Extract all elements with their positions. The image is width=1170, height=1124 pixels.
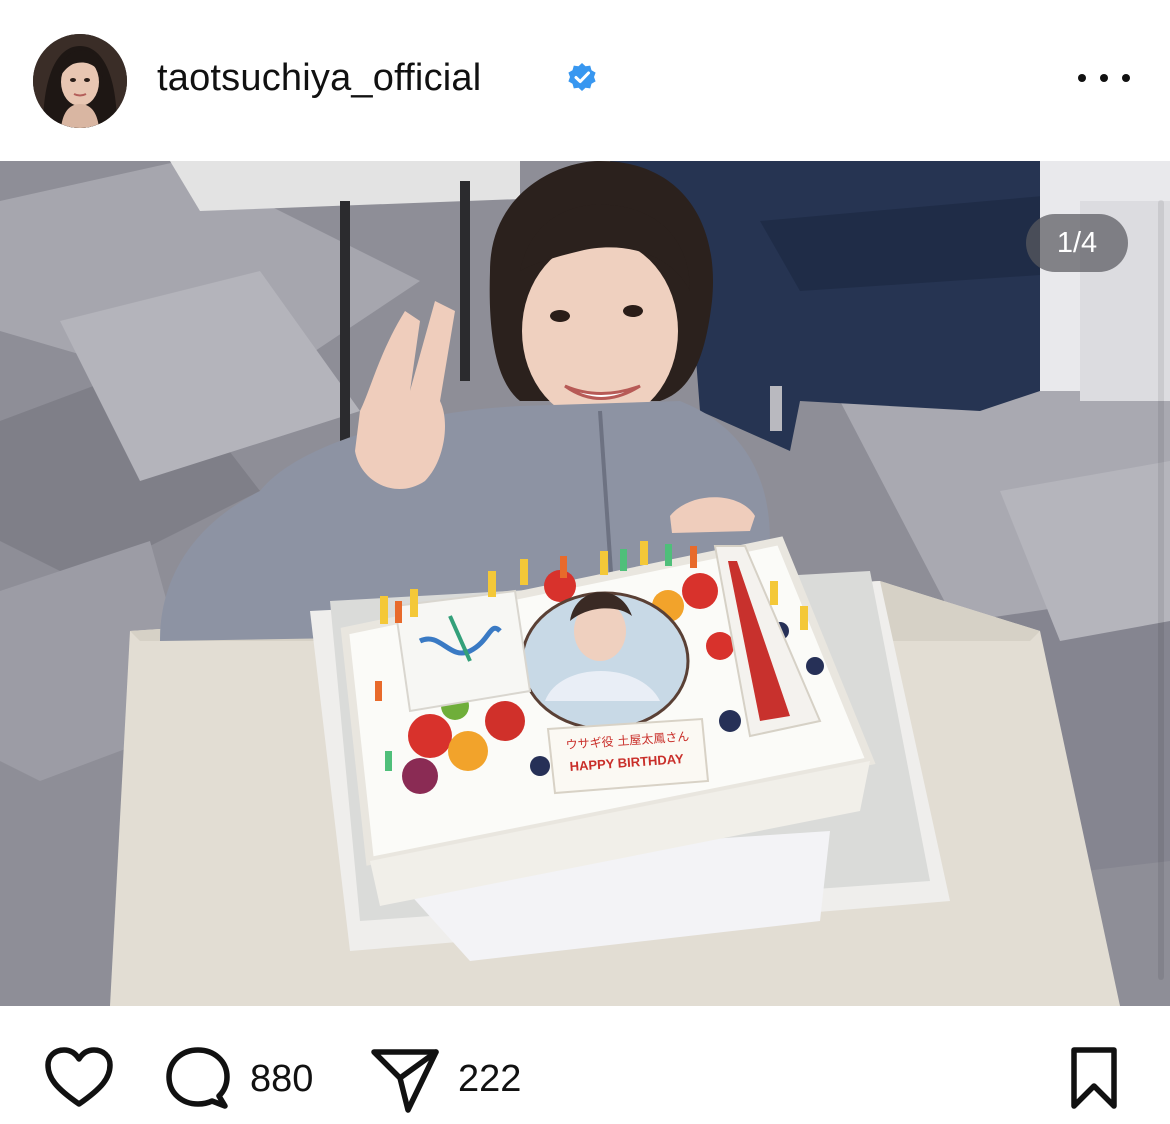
more-dot bbox=[1078, 74, 1086, 82]
avatar[interactable] bbox=[33, 34, 127, 128]
post-header: taotsuchiya_official bbox=[0, 0, 1170, 160]
more-options-button[interactable] bbox=[1078, 63, 1130, 93]
profile-photo-icon bbox=[33, 34, 127, 128]
post-photo[interactable]: ウサギ役 土屋太鳳さん HAPPY BIRTHDAY bbox=[0, 161, 1170, 1006]
scrollbar[interactable] bbox=[1158, 200, 1164, 980]
share-count: 222 bbox=[458, 1058, 522, 1100]
verified-badge-icon bbox=[568, 63, 596, 91]
action-bar: 880 222 bbox=[0, 1006, 1170, 1124]
bookmark-icon[interactable] bbox=[1068, 1046, 1120, 1110]
more-dot bbox=[1122, 74, 1130, 82]
send-icon[interactable] bbox=[370, 1046, 440, 1114]
username[interactable]: taotsuchiya_official bbox=[157, 52, 481, 104]
heart-icon[interactable] bbox=[44, 1046, 114, 1108]
media-counter: 1/4 bbox=[1026, 214, 1128, 272]
comment-count: 880 bbox=[250, 1058, 314, 1100]
comment-icon[interactable] bbox=[165, 1046, 231, 1112]
birthday-cake-photo: ウサギ役 土屋太鳳さん HAPPY BIRTHDAY bbox=[0, 161, 1170, 1006]
more-dot bbox=[1100, 74, 1108, 82]
